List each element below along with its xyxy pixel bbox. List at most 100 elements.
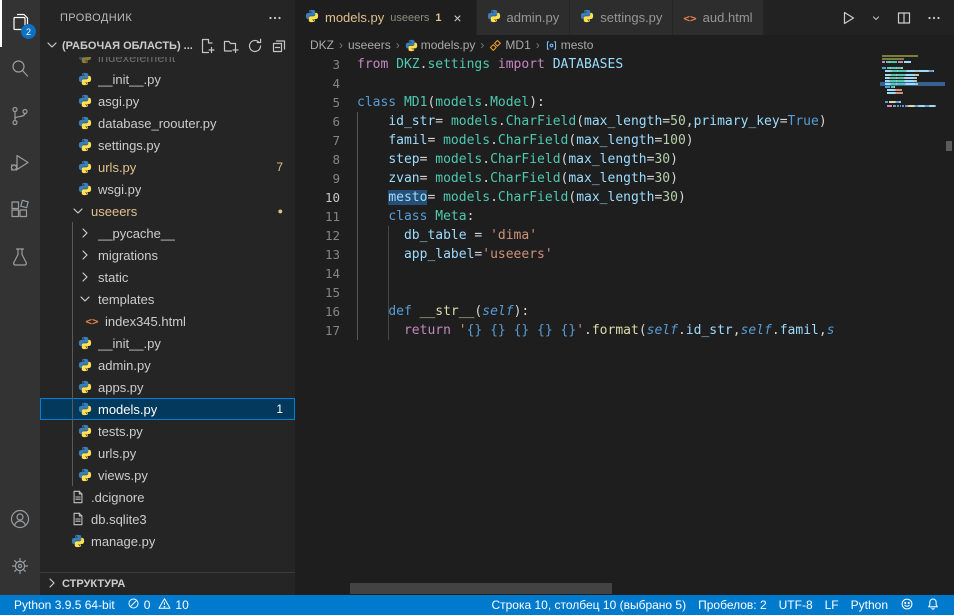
tree-file-urls-py[interactable]: urls.py7 — [40, 156, 295, 178]
line-number[interactable]: 17 — [295, 321, 340, 340]
run-dropdown-icon[interactable] — [870, 12, 882, 24]
code-line-11: 11 class Meta: — [295, 207, 954, 226]
line-number[interactable]: 10 — [295, 188, 340, 207]
tree-file--init-py[interactable]: __init__.py — [40, 68, 295, 90]
python-icon — [405, 39, 418, 52]
activity-run-debug[interactable] — [0, 141, 40, 188]
collapse-all-icon[interactable] — [271, 38, 287, 54]
line-number[interactable]: 8 — [295, 150, 340, 169]
tree-file-admin-py[interactable]: admin.py — [40, 354, 295, 376]
breadcrumb-dkz[interactable]: DKZ — [310, 38, 334, 52]
status-feedback[interactable] — [894, 595, 920, 615]
status-eol[interactable]: LF — [819, 595, 845, 615]
horizontal-scrollbar[interactable] — [350, 583, 612, 594]
tree-file--init-py[interactable]: __init__.py — [40, 332, 295, 354]
tree-item-label: __init__.py — [98, 72, 161, 87]
tab-label: models.py — [325, 10, 384, 25]
run-icon[interactable] — [840, 10, 856, 26]
overview-ruler-marker — [946, 141, 952, 151]
tree-file-wsgi-py[interactable]: wsgi.py — [40, 178, 295, 200]
tree-file-settings-py[interactable]: settings.py — [40, 134, 295, 156]
status-cursor-position[interactable]: Строка 10, столбец 10 (выбрано 5) — [485, 595, 692, 615]
breadcrumb-md1[interactable]: MD1 — [489, 38, 530, 52]
line-number[interactable]: 7 — [295, 131, 340, 150]
line-number[interactable]: 12 — [295, 226, 340, 245]
split-editor-icon[interactable] — [896, 10, 912, 26]
tree-folder-static[interactable]: static — [40, 266, 295, 288]
tree-file-urls-py[interactable]: urls.py — [40, 442, 295, 464]
breadcrumb-mesto[interactable]: mesto — [545, 38, 594, 52]
new-folder-icon[interactable] — [223, 38, 239, 54]
breadcrumb: DKZ›useeers›models.py›MD1›mesto — [295, 35, 954, 55]
tree-file-index345-html[interactable]: <>index345.html — [40, 310, 295, 332]
new-file-icon[interactable] — [199, 38, 215, 54]
tree-folder-useeers[interactable]: useeers● — [40, 200, 295, 222]
activity-testing[interactable] — [0, 235, 40, 282]
tree-file-indexelement[interactable]: indexelement — [40, 57, 295, 68]
code-editor[interactable]: 3from DKZ.settings import DATABASES45 cla… — [295, 55, 954, 595]
tab-settings-py[interactable]: settings.py — [570, 0, 673, 35]
problems-count-badge: 7 — [276, 160, 295, 174]
tab-admin-py[interactable]: admin.py — [477, 0, 571, 35]
line-number[interactable]: 14 — [295, 264, 340, 283]
workspace-section-header[interactable]: (РАБОЧАЯ ОБЛАСТЬ) ... — [40, 35, 295, 57]
breadcrumb-separator: › — [536, 38, 540, 52]
activity-extensions[interactable] — [0, 188, 40, 235]
tree-folder-templates[interactable]: templates — [40, 288, 295, 310]
line-number[interactable]: 13 — [295, 245, 340, 264]
tree-file-asgi-py[interactable]: asgi.py — [40, 90, 295, 112]
sidebar-title: ПРОВОДНИК — [60, 12, 132, 24]
line-number[interactable]: 4 — [295, 74, 340, 93]
outline-section-header[interactable]: СТРУКТУРА — [40, 572, 295, 595]
status-problems[interactable]: 010 — [121, 595, 195, 615]
tab-description: useeers — [390, 12, 429, 24]
line-number[interactable]: 3 — [295, 55, 340, 74]
tree-file-views-py[interactable]: views.py — [40, 464, 295, 486]
activity-explorer[interactable]: 2 — [0, 0, 40, 47]
status-label: Строка 10, столбец 10 (выбрано 5) — [491, 598, 686, 612]
chevron-right-icon — [77, 225, 93, 241]
tree-file-tests-py[interactable]: tests.py — [40, 420, 295, 442]
activity-search[interactable] — [0, 47, 40, 94]
tree-file-db-sqlite3[interactable]: db.sqlite3 — [40, 508, 295, 530]
tree-file--dcignore[interactable]: .dcignore — [40, 486, 295, 508]
tree-file-manage-py[interactable]: manage.py — [40, 530, 295, 552]
line-number[interactable]: 5 — [295, 93, 340, 112]
tab-aud-html[interactable]: <>aud.html — [673, 0, 763, 35]
python-file-icon — [77, 181, 93, 197]
activity-account[interactable] — [0, 497, 40, 544]
workspace-section-label: (РАБОЧАЯ ОБЛАСТЬ) ... — [62, 40, 193, 52]
tree-folder-migrations[interactable]: migrations — [40, 244, 295, 266]
activity-source-control[interactable] — [0, 94, 40, 141]
line-number[interactable]: 11 — [295, 207, 340, 226]
feedback-icon — [900, 597, 914, 614]
code-text: class MD1(models.Model): — [357, 93, 545, 112]
tab-label: settings.py — [600, 10, 662, 25]
breadcrumb-useeers[interactable]: useeers — [348, 38, 391, 52]
line-number[interactable]: 16 — [295, 302, 340, 321]
sidebar-more-icon[interactable] — [267, 10, 283, 26]
tree-file-apps-py[interactable]: apps.py — [40, 376, 295, 398]
line-number[interactable]: 6 — [295, 112, 340, 131]
tree-file-models-py[interactable]: models.py1 — [40, 398, 295, 420]
status-encoding[interactable]: UTF-8 — [773, 595, 819, 615]
status-label: LF — [825, 598, 839, 612]
line-number[interactable]: 15 — [295, 283, 340, 302]
tree-item-label: index345.html — [105, 314, 186, 329]
line-number[interactable]: 9 — [295, 169, 340, 188]
tree-folder--pycache-[interactable]: __pycache__ — [40, 222, 295, 244]
tab-models-py[interactable]: models.pyuseeers1× — [295, 0, 477, 35]
tree-file-database-roouter-py[interactable]: database_roouter.py — [40, 112, 295, 134]
more-actions-icon[interactable] — [926, 10, 942, 26]
minimap[interactable] — [880, 55, 945, 108]
status-language-mode[interactable]: Python — [845, 595, 894, 615]
activity-settings[interactable] — [0, 544, 40, 591]
breadcrumb-models-py[interactable]: models.py — [405, 38, 476, 52]
tree-item-label: admin.py — [98, 358, 151, 373]
status-notifications[interactable] — [920, 595, 946, 615]
close-icon[interactable]: × — [450, 10, 466, 26]
status-python-interpreter[interactable]: Python 3.9.5 64-bit — [8, 595, 121, 615]
code-line-3: 3from DKZ.settings import DATABASES — [295, 55, 954, 74]
refresh-icon[interactable] — [247, 38, 263, 54]
status-indentation[interactable]: Пробелов: 2 — [692, 595, 773, 615]
